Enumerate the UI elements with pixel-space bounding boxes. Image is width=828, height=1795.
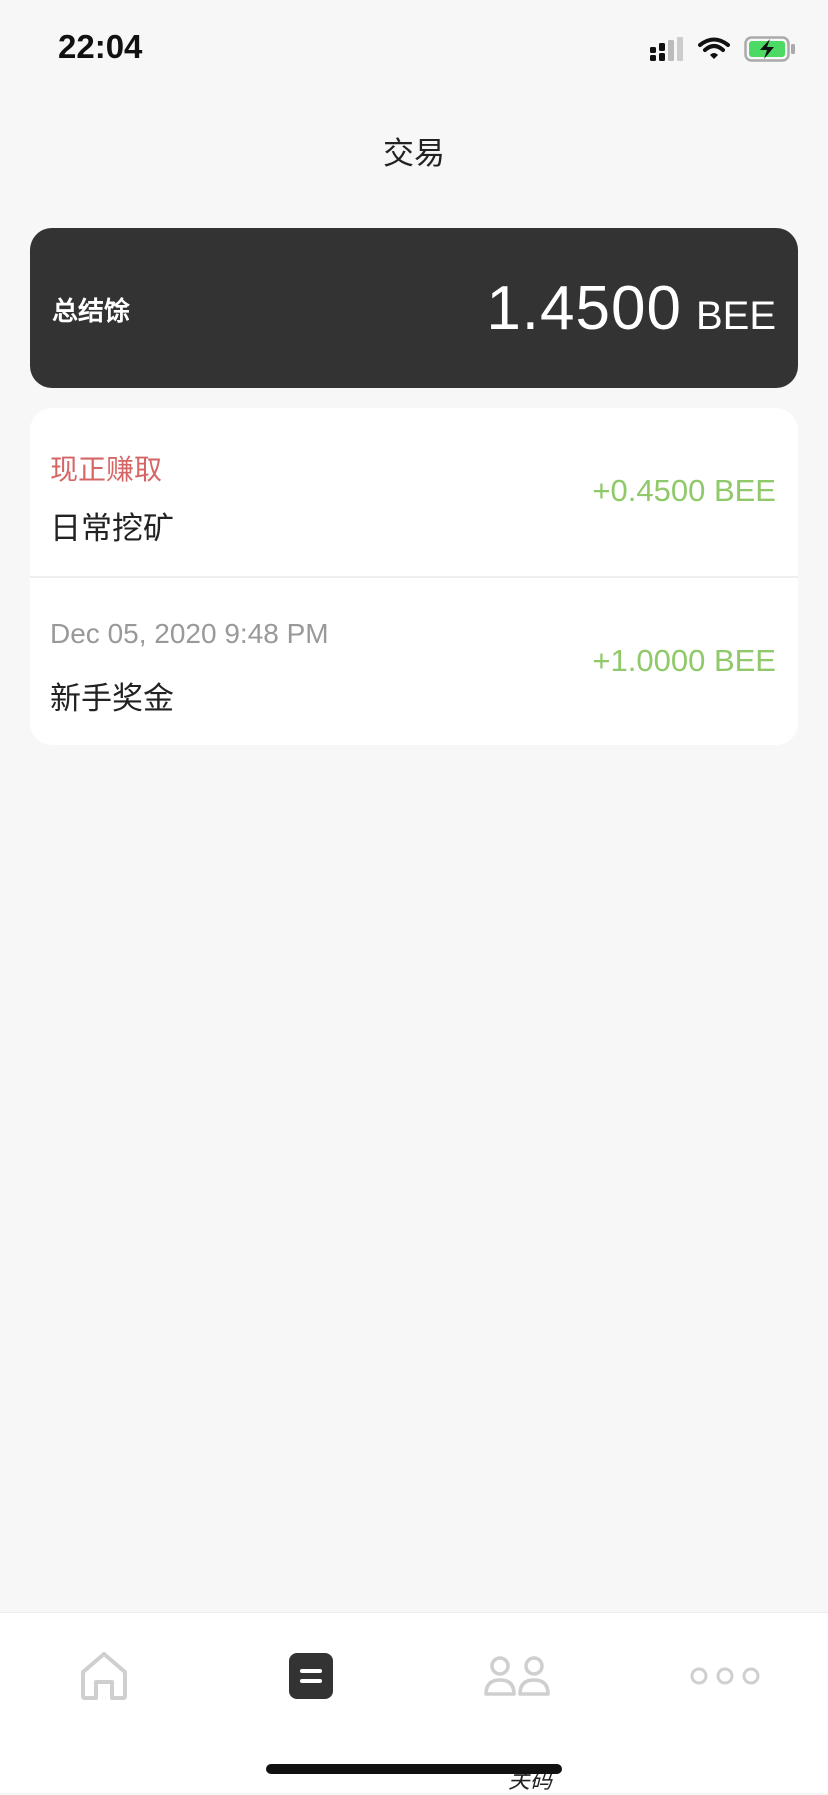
transaction-date: Dec 05, 2020 9:48 PM — [50, 618, 329, 649]
transaction-amount: +0.4500 BEE — [592, 473, 776, 508]
transaction-row[interactable]: Dec 05, 2020 9:48 PM 新手奖金 +1.0000 BEE — [30, 576, 798, 745]
more-icon — [690, 1667, 760, 1685]
transaction-amount: +1.0000 BEE — [592, 643, 776, 678]
transaction-type: 日常挖矿 — [50, 511, 174, 547]
battery-charging-icon — [744, 36, 795, 62]
balance-card: 总结馀 1.4500 BEE — [30, 228, 798, 388]
balance-unit: BEE — [695, 294, 776, 338]
status-bar: 22:04 — [0, 0, 828, 100]
status-icons — [650, 34, 796, 64]
tab-transactions[interactable] — [266, 1631, 356, 1721]
tab-team[interactable] — [472, 1631, 562, 1721]
transaction-list: 现正赚取 日常挖矿 +0.4500 BEE Dec 05, 2020 9:48 … — [30, 408, 798, 745]
tab-home[interactable] — [59, 1631, 149, 1721]
wifi-icon — [698, 37, 730, 59]
transaction-row[interactable]: 现正赚取 日常挖矿 +0.4500 BEE — [30, 408, 798, 576]
status-time: 22:04 — [58, 28, 143, 65]
transaction-type: 新手奖金 — [50, 681, 174, 717]
team-icon — [484, 1656, 550, 1696]
home-indicator[interactable] — [266, 1764, 562, 1774]
transaction-status: 现正赚取 — [50, 453, 163, 486]
balance-value: 1.4500 BEE — [486, 273, 776, 344]
home-icon — [81, 1652, 127, 1700]
tab-more[interactable] — [680, 1631, 770, 1721]
balance-amount: 1.4500 — [486, 274, 682, 343]
transactions-icon — [289, 1653, 333, 1699]
page-title: 交易 — [383, 136, 445, 172]
balance-label: 总结馀 — [52, 297, 131, 327]
cellular-signal-icon — [650, 37, 683, 61]
